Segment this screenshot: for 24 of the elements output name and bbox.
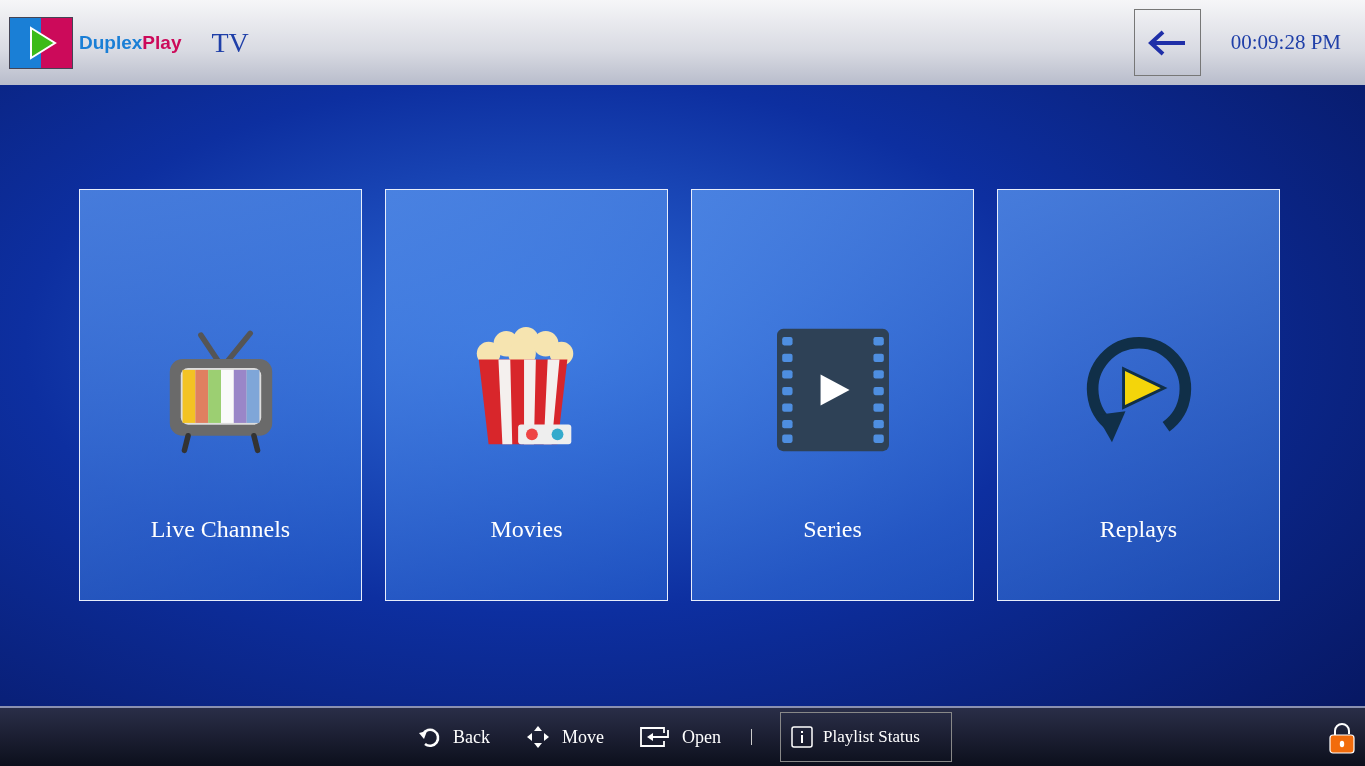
padlock-icon xyxy=(1329,722,1355,754)
playlist-status-button[interactable]: Playlist Status xyxy=(780,712,952,762)
tile-label: Movies xyxy=(490,516,563,543)
menu-tile[interactable]: Movies xyxy=(385,189,668,601)
logo-icon xyxy=(9,16,73,69)
undo-icon xyxy=(417,725,441,749)
play-film-icon xyxy=(776,326,889,454)
left-arrow-icon xyxy=(1147,28,1188,57)
move-arrows-icon xyxy=(526,725,550,749)
tile-label: Replays xyxy=(1099,516,1178,543)
back-button[interactable] xyxy=(1133,9,1201,76)
page-title: TV xyxy=(211,26,249,59)
menu-tile[interactable]: Replays xyxy=(997,189,1280,601)
info-icon xyxy=(791,726,813,748)
menu-tile[interactable]: Series xyxy=(691,189,974,601)
clock: 00:09:28 PM xyxy=(1230,30,1341,55)
menu-tile[interactable]: Live Channels xyxy=(79,189,362,601)
brand-name: DuplexPlay xyxy=(79,31,182,54)
key-hint: Open xyxy=(682,726,721,748)
enter-icon xyxy=(640,727,670,747)
key-hint: Move xyxy=(562,726,604,748)
tile-label: Live Channels xyxy=(150,516,291,543)
tile-label: Series xyxy=(803,516,862,543)
key-hint: Back xyxy=(453,726,490,748)
